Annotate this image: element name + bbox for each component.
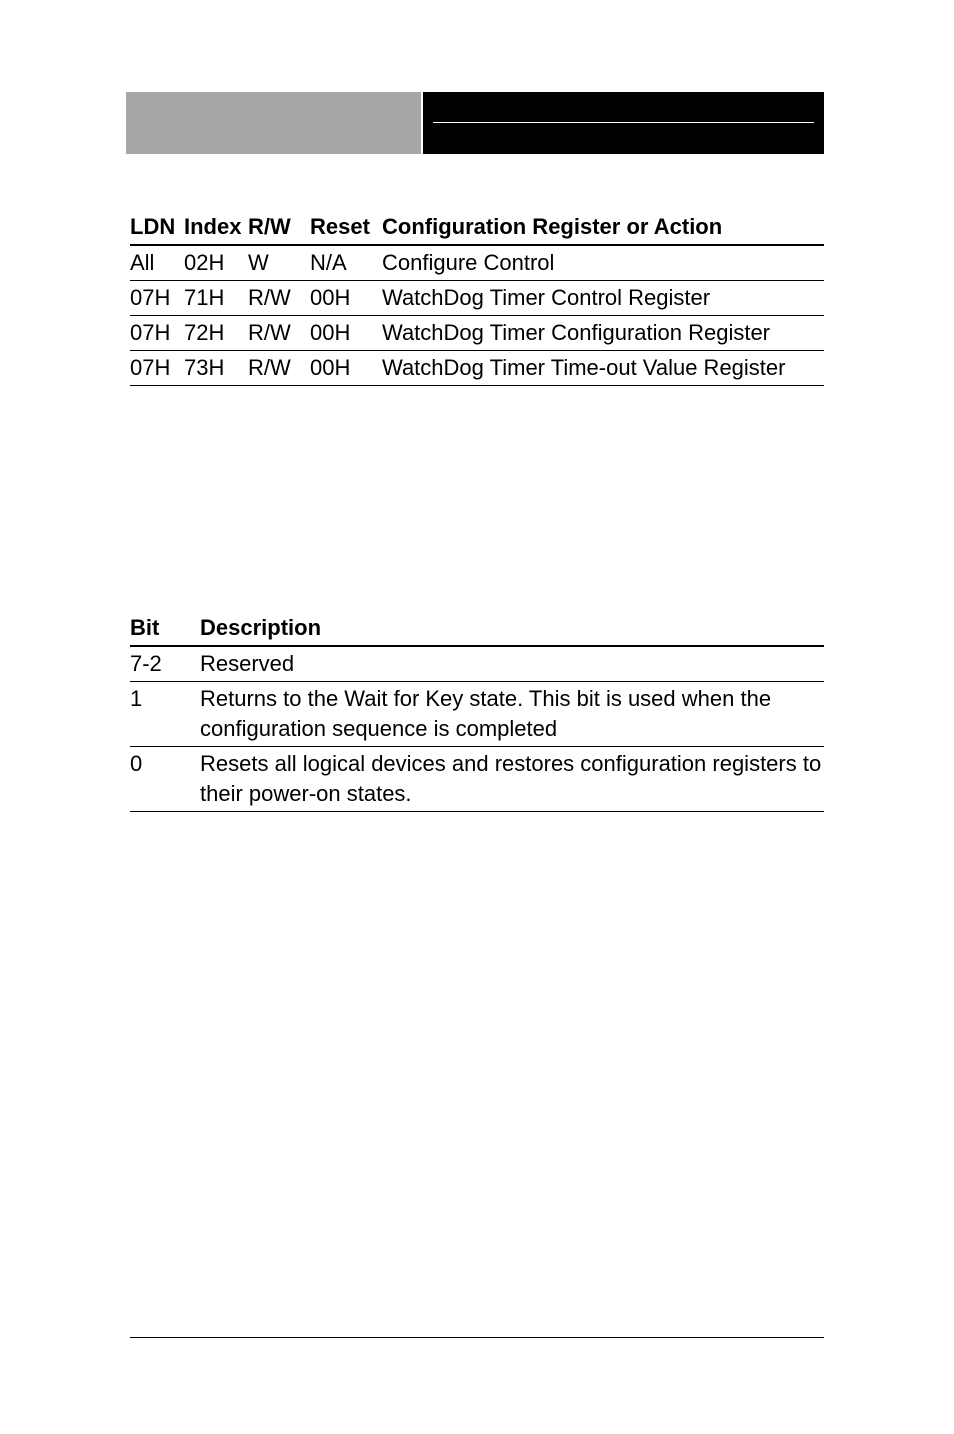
bit-description-table: Bit Description 7-2 Reserved 1 Returns t… bbox=[130, 611, 824, 812]
register-table: LDN Index R/W Reset Configuration Regist… bbox=[130, 210, 824, 386]
cell-rw: R/W bbox=[248, 351, 310, 386]
page-content: LDN Index R/W Reset Configuration Regist… bbox=[130, 210, 824, 812]
header-band-left bbox=[126, 92, 423, 154]
table-row: 07H 73H R/W 00H WatchDog Timer Time-out … bbox=[130, 351, 824, 386]
cell-rw: W bbox=[248, 245, 310, 281]
cell-ldn: 07H bbox=[130, 351, 184, 386]
col-header-ldn: LDN bbox=[130, 210, 184, 245]
cell-index: 71H bbox=[184, 281, 248, 316]
col-header-bit: Bit bbox=[130, 611, 200, 646]
col-header-action: Configuration Register or Action bbox=[382, 210, 824, 245]
col-header-reset: Reset bbox=[310, 210, 382, 245]
cell-action: Configure Control bbox=[382, 245, 824, 281]
col-header-desc: Description bbox=[200, 611, 824, 646]
cell-reset: N/A bbox=[310, 245, 382, 281]
cell-desc: Returns to the Wait for Key state. This … bbox=[200, 682, 824, 747]
col-header-rw: R/W bbox=[248, 210, 310, 245]
page-header-band bbox=[126, 92, 824, 154]
cell-ldn: All bbox=[130, 245, 184, 281]
cell-bit: 1 bbox=[130, 682, 200, 747]
cell-desc: Resets all logical devices and restores … bbox=[200, 747, 824, 812]
cell-action: WatchDog Timer Control Register bbox=[382, 281, 824, 316]
cell-ldn: 07H bbox=[130, 316, 184, 351]
cell-ldn: 07H bbox=[130, 281, 184, 316]
cell-desc: Reserved bbox=[200, 646, 824, 682]
cell-rw: R/W bbox=[248, 281, 310, 316]
cell-action: WatchDog Timer Time-out Value Register bbox=[382, 351, 824, 386]
table-row: 07H 72H R/W 00H WatchDog Timer Configura… bbox=[130, 316, 824, 351]
cell-index: 73H bbox=[184, 351, 248, 386]
cell-rw: R/W bbox=[248, 316, 310, 351]
table-row: 07H 71H R/W 00H WatchDog Timer Control R… bbox=[130, 281, 824, 316]
header-band-right bbox=[423, 92, 824, 154]
cell-reset: 00H bbox=[310, 351, 382, 386]
table-row: 0 Resets all logical devices and restore… bbox=[130, 747, 824, 812]
table-row: All 02H W N/A Configure Control bbox=[130, 245, 824, 281]
page: LDN Index R/W Reset Configuration Regist… bbox=[0, 0, 954, 1434]
cell-reset: 00H bbox=[310, 281, 382, 316]
col-header-index: Index bbox=[184, 210, 248, 245]
cell-reset: 00H bbox=[310, 316, 382, 351]
bit-table-header-row: Bit Description bbox=[130, 611, 824, 646]
cell-action: WatchDog Timer Configuration Register bbox=[382, 316, 824, 351]
cell-index: 72H bbox=[184, 316, 248, 351]
cell-bit: 7-2 bbox=[130, 646, 200, 682]
cell-index: 02H bbox=[184, 245, 248, 281]
cell-bit: 0 bbox=[130, 747, 200, 812]
bit-table-wrapper: Bit Description 7-2 Reserved 1 Returns t… bbox=[130, 611, 824, 812]
table-row: 7-2 Reserved bbox=[130, 646, 824, 682]
register-table-header-row: LDN Index R/W Reset Configuration Regist… bbox=[130, 210, 824, 245]
table-row: 1 Returns to the Wait for Key state. Thi… bbox=[130, 682, 824, 747]
footer-rule bbox=[130, 1337, 824, 1338]
